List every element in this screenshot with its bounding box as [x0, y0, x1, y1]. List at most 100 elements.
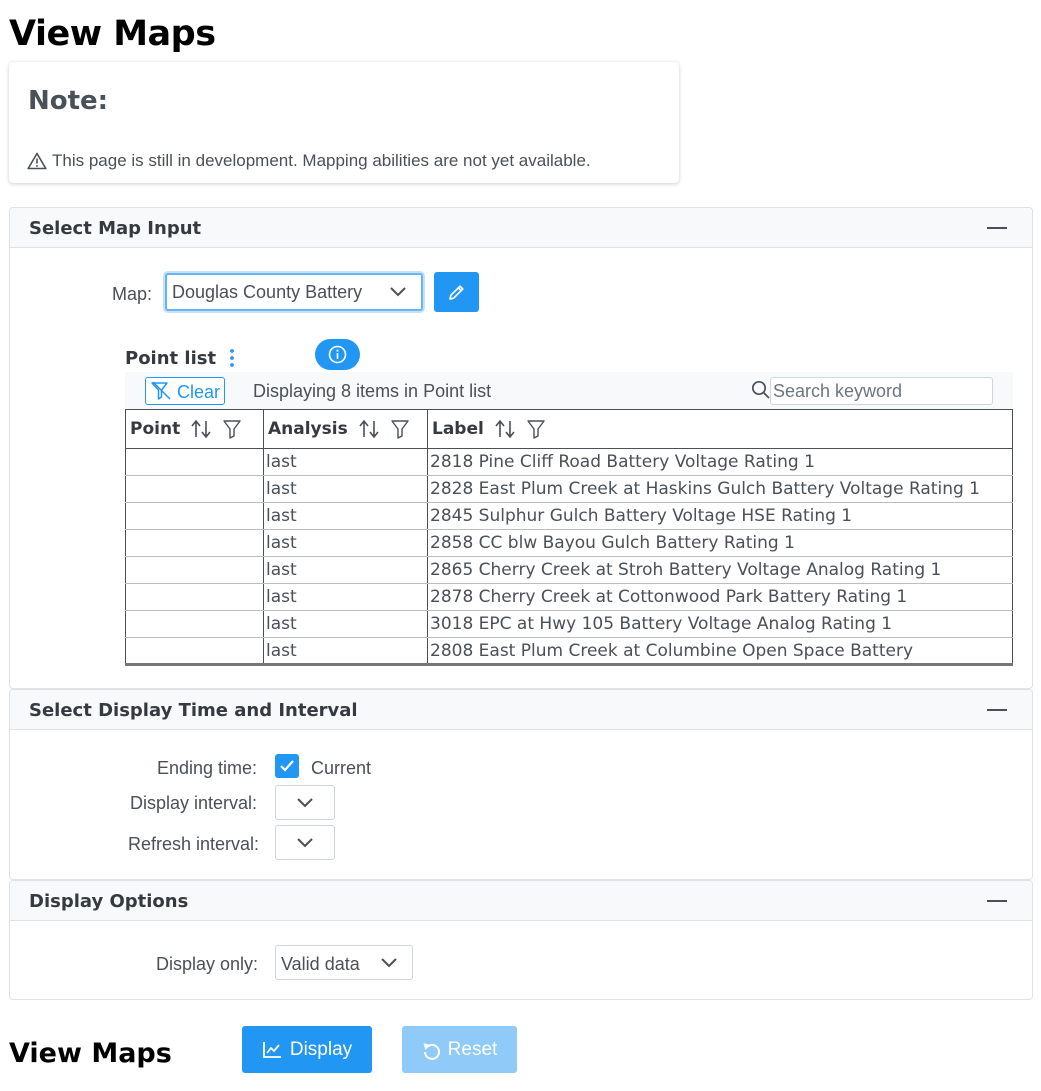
- cell-point: [125, 448, 264, 476]
- display-only-dropdown[interactable]: Valid data: [275, 945, 413, 980]
- cell-point: [125, 556, 264, 584]
- cell-point: [125, 502, 264, 530]
- display-button[interactable]: Display: [242, 1026, 372, 1073]
- note-message-text: This page is still in development. Mappi…: [52, 151, 591, 170]
- cell-point: [125, 637, 264, 666]
- pencil-icon: [449, 285, 464, 300]
- sort-icon[interactable]: [358, 419, 380, 439]
- table-row[interactable]: last 2845 Sulphur Gulch Battery Voltage …: [125, 502, 1013, 530]
- display-interval-label: Display interval:: [130, 793, 258, 813]
- table-row[interactable]: last 3018 EPC at Hwy 105 Battery Voltage…: [125, 610, 1013, 638]
- clear-filters-button[interactable]: Clear: [145, 377, 225, 405]
- display-only-label: Display only:: [156, 954, 259, 974]
- display-only-value: Valid data: [281, 954, 360, 974]
- cell-label: 2828 East Plum Creek at Haskins Gulch Ba…: [427, 475, 1013, 503]
- chevron-down-icon: [297, 797, 313, 807]
- chevron-down-icon: [297, 837, 313, 847]
- refresh-interval-label: Refresh interval:: [128, 834, 260, 854]
- filter-icon[interactable]: [526, 419, 546, 439]
- cell-analysis: last: [263, 475, 428, 503]
- reset-button[interactable]: Reset: [402, 1026, 517, 1073]
- cell-analysis: last: [263, 610, 428, 638]
- search-icon: [751, 380, 770, 399]
- edit-map-button[interactable]: [434, 272, 479, 312]
- table-row[interactable]: last 2808 East Plum Creek at Columbine O…: [125, 637, 1013, 666]
- cell-label: 2878 Cherry Creek at Cottonwood Park Bat…: [427, 583, 1013, 611]
- time-interval-panel-header: Select Display Time and Interval: [10, 690, 1032, 730]
- cell-point: [125, 610, 264, 638]
- map-dropdown[interactable]: Douglas County Battery: [165, 273, 423, 311]
- point-list-table: Point Analysis Label last 2818 Pine Clif…: [125, 409, 1013, 666]
- column-header-analysis[interactable]: Analysis: [263, 409, 428, 449]
- display-interval-dropdown[interactable]: [275, 785, 335, 820]
- table-row[interactable]: last 2818 Pine Cliff Road Battery Voltag…: [125, 448, 1013, 476]
- table-row[interactable]: last 2865 Cherry Creek at Stroh Battery …: [125, 556, 1013, 584]
- map-input-panel-title: Select Map Input: [29, 218, 202, 239]
- filter-icon[interactable]: [222, 419, 242, 439]
- collapse-time-interval-button[interactable]: [987, 709, 1007, 711]
- warning-icon: [27, 152, 47, 170]
- note-title: Note:: [28, 86, 109, 116]
- clear-filters-label: Clear: [177, 382, 221, 402]
- collapse-display-options-button[interactable]: [987, 900, 1007, 902]
- cell-point: [125, 583, 264, 611]
- cell-label: 3018 EPC at Hwy 105 Battery Voltage Anal…: [427, 610, 1013, 638]
- display-button-label: Display: [289, 1038, 353, 1060]
- display-options-panel-title: Display Options: [29, 891, 189, 912]
- cell-point: [125, 529, 264, 557]
- table-row[interactable]: last 2858 CC blw Bayou Gulch Battery Rat…: [125, 529, 1013, 557]
- note-message: This page is still in development. Mappi…: [27, 151, 591, 171]
- chevron-down-icon: [390, 287, 406, 297]
- refresh-interval-dropdown[interactable]: [275, 825, 335, 860]
- point-list-toolbar: Clear Displaying 8 items in Point list: [125, 372, 1013, 409]
- time-interval-panel-title: Select Display Time and Interval: [29, 700, 358, 721]
- cell-analysis: last: [263, 583, 428, 611]
- map-label: Map:: [112, 284, 153, 304]
- sort-icon[interactable]: [494, 419, 516, 439]
- cell-analysis: last: [263, 556, 428, 584]
- table-row[interactable]: last 2828 East Plum Creek at Haskins Gul…: [125, 475, 1013, 503]
- reset-button-label: Reset: [447, 1038, 498, 1060]
- map-dropdown-value: Douglas County Battery: [172, 282, 363, 302]
- column-header-label: Analysis: [268, 419, 348, 439]
- display-options-panel-header: Display Options: [10, 881, 1032, 921]
- cell-label: 2808 East Plum Creek at Columbine Open S…: [427, 637, 1013, 666]
- column-header-label: Point: [130, 419, 181, 439]
- map-input-panel-header: Select Map Input: [10, 208, 1032, 248]
- cell-point: [125, 475, 264, 503]
- cell-label: 2858 CC blw Bayou Gulch Battery Rating 1: [427, 529, 1013, 557]
- table-row[interactable]: last 2878 Cherry Creek at Cottonwood Par…: [125, 583, 1013, 611]
- undo-icon: [423, 1042, 440, 1060]
- column-header-label: Label: [432, 419, 484, 439]
- cell-analysis: last: [263, 637, 428, 666]
- cell-label: 2865 Cherry Creek at Stroh Battery Volta…: [427, 556, 1013, 584]
- sort-icon[interactable]: [190, 419, 212, 439]
- column-header-point[interactable]: Point: [125, 409, 264, 449]
- cell-label: 2845 Sulphur Gulch Battery Voltage HSE R…: [427, 502, 1013, 530]
- column-header-label-col[interactable]: Label: [427, 409, 1013, 449]
- info-button[interactable]: [315, 339, 360, 370]
- cell-label: 2818 Pine Cliff Road Battery Voltage Rat…: [427, 448, 1013, 476]
- display-options-panel: Display Options: [9, 880, 1033, 1000]
- page-title: View Maps: [9, 14, 216, 54]
- info-icon: [328, 345, 347, 364]
- ending-time-label: Ending time:: [157, 758, 258, 778]
- cell-analysis: last: [263, 529, 428, 557]
- chevron-down-icon: [381, 957, 397, 967]
- current-label: Current: [311, 758, 372, 778]
- filter-slash-icon: [151, 381, 171, 400]
- filter-icon[interactable]: [390, 419, 410, 439]
- bottom-title: View Maps: [9, 1038, 172, 1069]
- current-checkbox[interactable]: [275, 754, 299, 778]
- point-list-title: Point list: [125, 348, 217, 369]
- search-input[interactable]: [770, 377, 993, 405]
- cell-analysis: last: [263, 448, 428, 476]
- note-card: Note: This page is still in development.…: [9, 62, 679, 183]
- more-options-icon[interactable]: [226, 347, 238, 369]
- cell-analysis: last: [263, 502, 428, 530]
- collapse-map-input-button[interactable]: [987, 227, 1007, 229]
- line-chart-icon: [262, 1041, 281, 1058]
- checkmark-icon: [280, 760, 294, 772]
- item-count-text: Displaying 8 items in Point list: [253, 381, 492, 401]
- table-header-row: Point Analysis Label: [125, 409, 1013, 449]
